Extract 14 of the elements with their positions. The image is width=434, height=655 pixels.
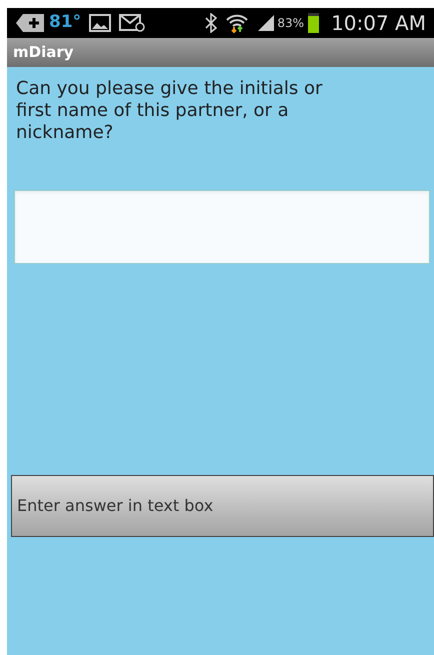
wifi-icon [225, 12, 250, 34]
app-title: mDiary [13, 42, 74, 64]
battery-icon [308, 13, 320, 33]
mail-icon [119, 14, 146, 32]
bluetooth-icon [205, 13, 218, 33]
answer-button[interactable]: Enter answer in text box [11, 475, 434, 537]
temperature: 81° [49, 11, 82, 34]
plus-tag-icon [15, 13, 45, 33]
clock: 10:07 AM [331, 10, 426, 37]
answer-field[interactable] [14, 190, 430, 264]
battery-percent: 83% [277, 15, 304, 32]
signal-icon [257, 14, 276, 32]
question-text: Can you please give the initials or first name of this partner, or a nickname? [16, 78, 324, 144]
picture-icon [89, 14, 112, 32]
